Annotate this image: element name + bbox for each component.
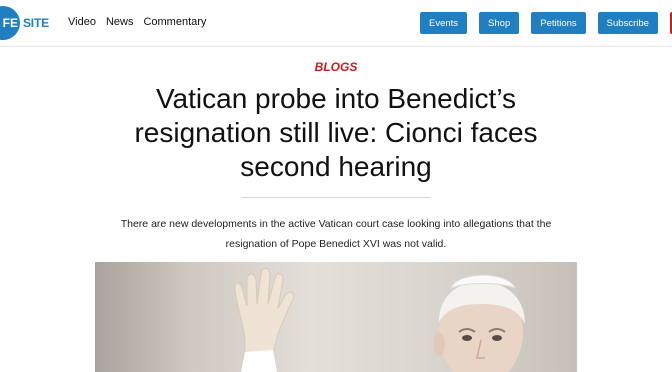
site-header: FE SITE Video News Commentary Events Sho… [0,0,672,47]
logo-mark: FE [0,6,20,40]
nav-item-video[interactable]: Video [68,16,96,28]
article-category[interactable]: BLOGS [0,60,672,74]
site-logo[interactable]: FE SITE [0,6,49,40]
logo-word: SITE [23,16,49,30]
divider [241,197,431,198]
subscribe-button[interactable]: Subscribe [597,12,658,34]
nav-item-news[interactable]: News [106,16,134,28]
nav-item-commentary[interactable]: Commentary [143,16,206,28]
article-hero-image [95,262,577,372]
article-dek: There are new developments in the active… [120,218,552,250]
article-headline: Vatican probe into Benedict’s resignatio… [134,83,538,182]
pope-photo-illustration [234,268,525,372]
main-nav: Video News Commentary [68,16,206,28]
header-buttons: Events Shop Petitions Subscribe Do [420,12,672,34]
events-button[interactable]: Events [420,12,468,34]
shop-button[interactable]: Shop [479,12,520,34]
petitions-button[interactable]: Petitions [531,12,586,34]
